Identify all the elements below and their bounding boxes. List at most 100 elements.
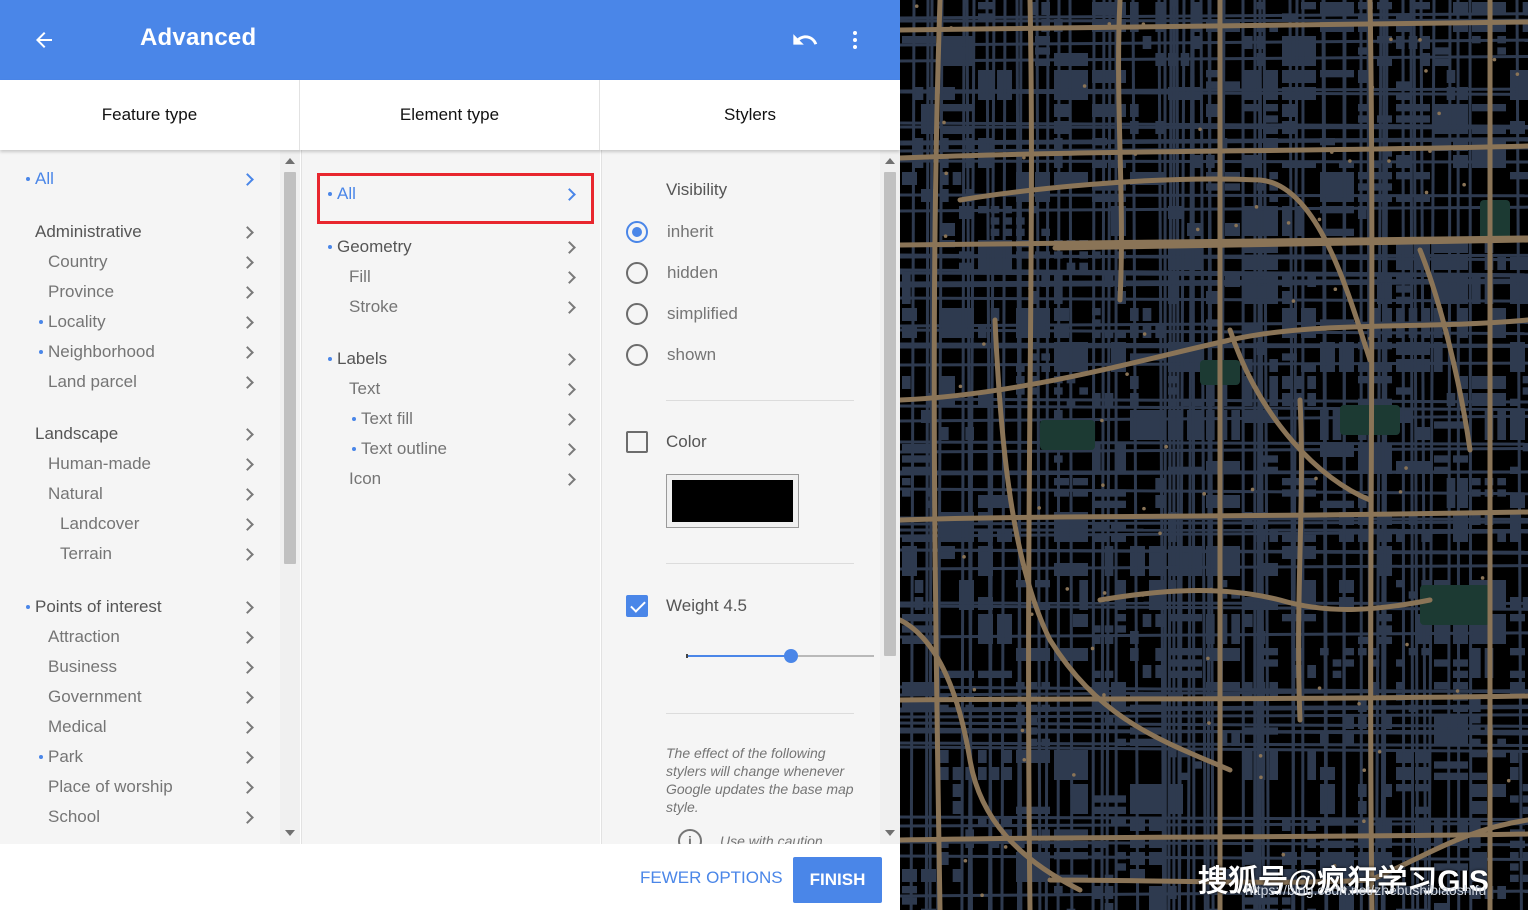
element-type-item[interactable]: Text fill <box>302 404 600 434</box>
map-block <box>1510 863 1519 871</box>
minor-street <box>1091 0 1096 910</box>
feature-type-item[interactable]: Country <box>0 247 280 277</box>
element-type-item[interactable]: Fill <box>302 262 600 292</box>
weight-slider[interactable] <box>686 640 874 670</box>
chevron-right-icon <box>241 660 254 674</box>
feature-type-item[interactable]: Locality <box>0 307 280 337</box>
visibility-radio-hidden[interactable] <box>626 262 648 284</box>
poi-dot <box>1387 159 1391 163</box>
bottom-action-bar: FEWER OPTIONS FINISH <box>0 844 900 910</box>
element-type-item[interactable]: Text <box>302 374 600 404</box>
undo-icon <box>793 34 818 45</box>
color-checkbox[interactable] <box>626 431 648 453</box>
scroll-down-arrow-icon[interactable] <box>285 830 295 836</box>
element-type-item[interactable]: All <box>302 179 600 209</box>
map-block <box>1130 750 1164 763</box>
styled-map-canvas[interactable] <box>900 0 1528 910</box>
poi-dot <box>1348 159 1352 163</box>
minor-street <box>1456 0 1461 910</box>
feature-type-item[interactable]: Park <box>0 742 280 772</box>
map-block <box>952 784 962 797</box>
map-block <box>1472 716 1481 724</box>
feature-type-item[interactable]: Human-made <box>0 449 280 479</box>
poi-dot <box>1250 487 1255 492</box>
element-type-item[interactable]: Icon <box>302 464 600 494</box>
scroll-thumb[interactable] <box>284 172 296 564</box>
map-block <box>1497 172 1506 202</box>
poi-dot <box>1405 642 1409 647</box>
element-type-header: Element type <box>300 80 600 150</box>
map-block <box>1453 47 1468 55</box>
feature-type-item[interactable]: Province <box>0 277 280 307</box>
poi-dot <box>1158 531 1162 536</box>
visibility-radio-simplified[interactable] <box>626 303 648 325</box>
undo-button[interactable] <box>785 20 825 60</box>
feature-type-item[interactable]: Neighborhood <box>0 337 280 367</box>
feature-type-item[interactable]: Terrain <box>0 539 280 569</box>
feature-type-label: Neighborhood <box>48 342 155 361</box>
feature-type-item[interactable]: Land parcel <box>0 367 280 397</box>
poi-dot <box>1329 150 1334 154</box>
feature-type-list: All Administrative Country Province Locality… <box>0 150 280 844</box>
chevron-right-icon <box>563 240 576 254</box>
feature-type-item[interactable]: Landscape <box>0 419 280 449</box>
poi-dot <box>1234 223 1238 228</box>
feature-type-item[interactable]: All <box>0 164 280 194</box>
element-type-item[interactable]: Stroke <box>302 292 600 322</box>
poi-dot <box>944 171 948 176</box>
element-type-item[interactable]: Geometry <box>302 232 600 262</box>
stylers-scrollbar[interactable] <box>880 150 900 844</box>
feature-type-item[interactable]: Administrative <box>0 217 280 247</box>
map-block <box>1522 767 1528 780</box>
feature-type-item[interactable]: Business <box>0 652 280 682</box>
color-swatch[interactable] <box>666 474 799 528</box>
feature-type-item[interactable]: Medical <box>0 712 280 742</box>
scroll-thumb[interactable] <box>884 172 896 656</box>
map-block <box>1497 903 1506 910</box>
poi-dot <box>1404 466 1408 470</box>
weight-label: Weight 4.5 <box>666 596 747 615</box>
element-type-item[interactable]: Text outline <box>302 434 600 464</box>
poi-dot <box>1314 476 1318 481</box>
map-block <box>1510 806 1519 814</box>
feature-type-item[interactable]: School <box>0 802 280 832</box>
fewer-options-button[interactable]: FEWER OPTIONS <box>630 858 793 898</box>
arrow-back-icon <box>36 32 52 48</box>
scroll-up-arrow-icon[interactable] <box>885 158 895 164</box>
minor-street <box>900 470 1528 476</box>
feature-type-item[interactable]: Attraction <box>0 622 280 652</box>
visibility-radio-inherit[interactable] <box>626 221 648 243</box>
poi-dot <box>1142 332 1147 336</box>
map-block <box>1282 665 1291 678</box>
chevron-right-icon <box>241 810 254 824</box>
map-block <box>1510 387 1519 395</box>
map-block <box>1244 70 1259 100</box>
finish-button[interactable]: FINISH <box>793 857 882 903</box>
map-block <box>1269 631 1278 644</box>
map-block <box>978 104 993 134</box>
element-type-item[interactable]: Labels <box>302 344 600 374</box>
element-type-label: Text <box>349 379 381 398</box>
scroll-up-arrow-icon[interactable] <box>285 158 295 164</box>
map-block <box>1073 500 1088 508</box>
feature-type-item[interactable]: Government <box>0 682 280 712</box>
feature-type-item[interactable]: Points of interest <box>0 592 280 622</box>
feature-type-item[interactable]: Natural <box>0 479 280 509</box>
weight-checkbox[interactable] <box>626 595 648 617</box>
back-button[interactable] <box>24 20 64 60</box>
feature-type-scrollbar[interactable] <box>280 150 300 844</box>
more-options-button[interactable] <box>835 20 875 60</box>
visibility-radio-shown[interactable] <box>626 344 648 366</box>
feature-type-item[interactable]: Landcover <box>0 509 280 539</box>
map-block <box>1073 478 1088 486</box>
styler-warning-note: The effect of the following stylers will… <box>666 745 854 815</box>
scroll-down-arrow-icon[interactable] <box>885 830 895 836</box>
chevron-right-icon <box>241 345 254 359</box>
poi-dot <box>982 342 986 346</box>
slider-thumb[interactable] <box>784 649 799 663</box>
poi-dot <box>1259 775 1263 780</box>
feature-type-item[interactable]: Place of worship <box>0 772 280 802</box>
map-preview[interactable] <box>900 0 1528 910</box>
map-block <box>1522 863 1528 871</box>
chevron-right-icon <box>241 457 254 471</box>
